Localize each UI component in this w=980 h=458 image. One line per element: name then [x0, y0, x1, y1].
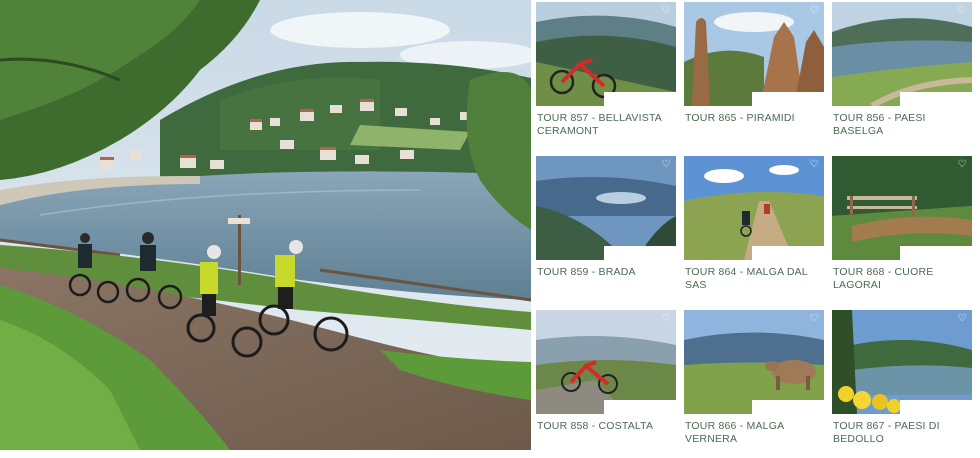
tour-card[interactable]: ♡ TOUR 867 - PAESI DI BEDOLLO	[832, 310, 972, 458]
tour-card[interactable]: ♡ TOUR 857 - BELLAVISTA CERAMONT	[536, 2, 676, 150]
heart-icon[interactable]: ♡	[661, 314, 671, 324]
page: ♡ TOUR 857 - BELLAVISTA CERAMONT ♡ TOUR …	[0, 0, 980, 458]
tour-card[interactable]: ♡ TOUR 865 - PIRAMIDI	[684, 2, 824, 150]
tour-title[interactable]: TOUR 857 - BELLAVISTA CERAMONT	[537, 112, 675, 138]
tour-title[interactable]: TOUR 864 - MALGA DAL SAS	[685, 266, 823, 292]
tour-grid: ♡ TOUR 857 - BELLAVISTA CERAMONT ♡ TOUR …	[536, 0, 980, 458]
tour-thumbnail[interactable]: ♡	[536, 2, 676, 106]
hero-photo	[0, 0, 531, 450]
tour-thumbnail[interactable]: ♡	[832, 310, 972, 414]
tour-card[interactable]: ♡ TOUR 859 - BRADA	[536, 156, 676, 304]
tour-thumbnail[interactable]: ♡	[684, 156, 824, 260]
tour-card[interactable]: ♡ TOUR 866 - MALGA VERNERA	[684, 310, 824, 458]
tour-thumbnail[interactable]: ♡	[684, 2, 824, 106]
heart-icon[interactable]: ♡	[809, 160, 819, 170]
tour-thumbnail[interactable]: ♡	[832, 2, 972, 106]
tour-card[interactable]: ♡ TOUR 868 - CUORE LAGORAI	[832, 156, 972, 304]
heart-icon[interactable]: ♡	[957, 6, 967, 16]
tour-title[interactable]: TOUR 856 - PAESI BASELGA	[833, 112, 971, 138]
heart-icon[interactable]: ♡	[809, 6, 819, 16]
tour-thumbnail[interactable]: ♡	[536, 156, 676, 260]
tour-title[interactable]: TOUR 858 - COSTALTA	[537, 420, 675, 433]
tour-thumbnail[interactable]: ♡	[832, 156, 972, 260]
tour-card[interactable]: ♡ TOUR 856 - PAESI BASELGA	[832, 2, 972, 150]
tour-thumbnail[interactable]: ♡	[536, 310, 676, 414]
heart-icon[interactable]: ♡	[957, 160, 967, 170]
tour-title[interactable]: TOUR 866 - MALGA VERNERA	[685, 420, 823, 446]
tour-card[interactable]: ♡ TOUR 858 - COSTALTA	[536, 310, 676, 458]
tour-title[interactable]: TOUR 867 - PAESI DI BEDOLLO	[833, 420, 971, 446]
heart-icon[interactable]: ♡	[661, 160, 671, 170]
heart-icon[interactable]: ♡	[809, 314, 819, 324]
tour-card[interactable]: ♡ TOUR 864 - MALGA DAL SAS	[684, 156, 824, 304]
tour-title[interactable]: TOUR 868 - CUORE LAGORAI	[833, 266, 971, 292]
tour-title[interactable]: TOUR 865 - PIRAMIDI	[685, 112, 823, 125]
heart-icon[interactable]: ♡	[957, 314, 967, 324]
tour-thumbnail[interactable]: ♡	[684, 310, 824, 414]
tour-title[interactable]: TOUR 859 - BRADA	[537, 266, 675, 279]
heart-icon[interactable]: ♡	[661, 6, 671, 16]
